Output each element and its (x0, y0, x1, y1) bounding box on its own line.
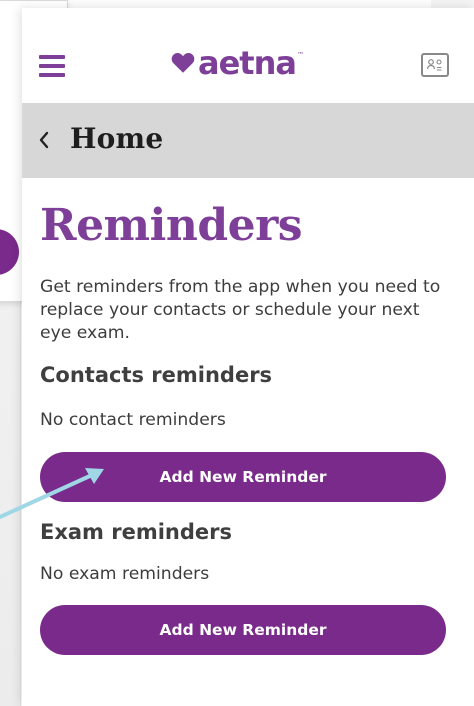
breadcrumb-bar: Home (22, 104, 474, 178)
aetna-logo: aetna ™ (170, 47, 304, 79)
contacts-section-title: Contacts reminders (40, 363, 273, 387)
exam-empty-state: No exam reminders (40, 564, 210, 584)
page-title: Reminders (40, 200, 303, 251)
screenshot-stage: e aetna ™ (0, 0, 474, 706)
app-header: aetna ™ (22, 8, 474, 104)
intro-text: Get reminders from the app when you need… (40, 277, 441, 343)
app-panel: aetna ™ Home Reminders Get reminders fro… (22, 8, 474, 706)
background-button-edge (0, 229, 19, 275)
id-card-glyph (426, 59, 442, 71)
chevron-left-icon[interactable] (37, 130, 51, 150)
add-contact-reminder-button[interactable]: Add New Reminder (40, 452, 446, 502)
reminders-content: Reminders Get reminders from the app whe… (22, 204, 474, 655)
trademark-mark: ™ (296, 51, 304, 59)
heart-icon (171, 53, 195, 73)
exam-section-title: Exam reminders (40, 520, 233, 544)
brand-name: aetna (198, 44, 297, 82)
id-card-icon[interactable] (421, 53, 449, 77)
hamburger-menu-icon[interactable] (39, 55, 65, 77)
back-to-home-link[interactable]: Home (70, 122, 163, 155)
contacts-empty-state: No contact reminders (40, 410, 226, 430)
add-exam-reminder-button[interactable]: Add New Reminder (40, 605, 446, 655)
